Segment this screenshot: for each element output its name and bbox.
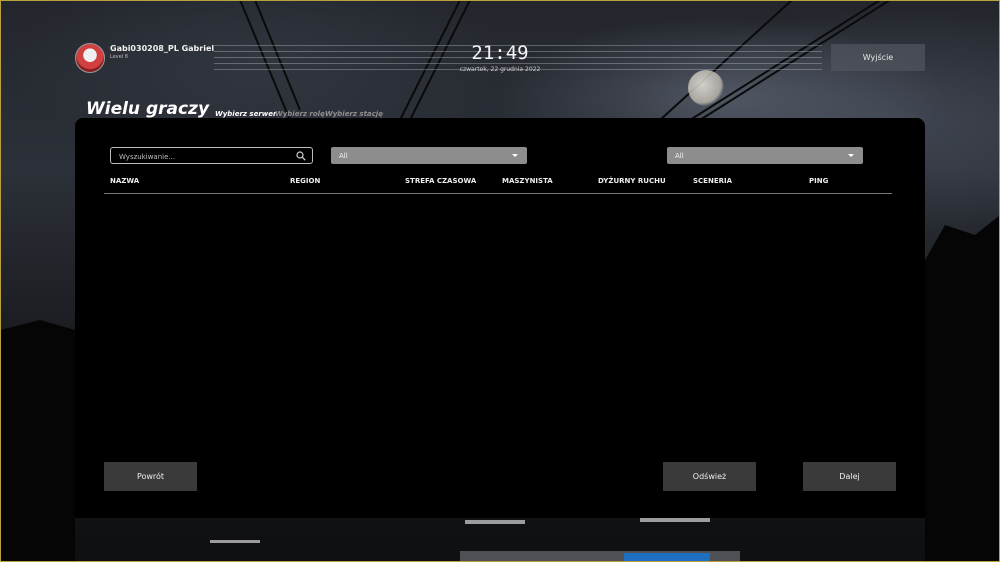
search-input[interactable]	[117, 150, 291, 163]
column-header-ping[interactable]: PING	[809, 177, 828, 185]
step-select-server[interactable]: Wybierz serwer	[215, 110, 276, 118]
column-header-dispatcher[interactable]: DYŻURNY RUCHU	[598, 177, 666, 185]
clock-date: czwartek, 22 grudnia 2022	[459, 66, 541, 73]
secondary-filter-value: All	[675, 151, 684, 160]
search-icon[interactable]	[296, 151, 306, 161]
moon	[688, 70, 724, 106]
page-title: Wielu graczy	[86, 99, 210, 119]
player-level: Level 8	[110, 54, 128, 60]
table-header-divider	[104, 193, 892, 194]
notification-action-button[interactable]	[624, 553, 710, 562]
player-name: Gabi030208_PL Gabriel	[110, 44, 215, 53]
chevron-down-icon	[512, 154, 518, 157]
secondary-filter-dropdown[interactable]: All	[667, 147, 863, 164]
column-header-name[interactable]: NAZWA	[110, 177, 139, 185]
step-select-role[interactable]: Wybierz rolę	[275, 110, 325, 118]
avatar[interactable]	[75, 43, 105, 73]
region-filter-value: All	[339, 151, 348, 160]
column-header-timezone[interactable]: STREFA CZASOWA	[405, 177, 476, 185]
clock-time: 21:49	[471, 42, 529, 64]
column-header-region[interactable]: REGION	[290, 177, 320, 185]
server-list-panel	[75, 118, 925, 518]
chevron-down-icon	[848, 154, 854, 157]
back-button[interactable]: Powrót	[104, 462, 197, 491]
search-box[interactable]	[110, 147, 313, 164]
step-select-station[interactable]: Wybierz stację	[325, 110, 383, 118]
next-button[interactable]: Dalej	[803, 462, 896, 491]
column-header-scenery[interactable]: SCENERIA	[693, 177, 732, 185]
column-header-driver[interactable]: MASZYNISTA	[502, 177, 553, 185]
exit-button[interactable]: Wyjście	[831, 44, 925, 71]
region-filter-dropdown[interactable]: All	[331, 147, 527, 164]
refresh-button[interactable]: Odśwież	[663, 462, 756, 491]
